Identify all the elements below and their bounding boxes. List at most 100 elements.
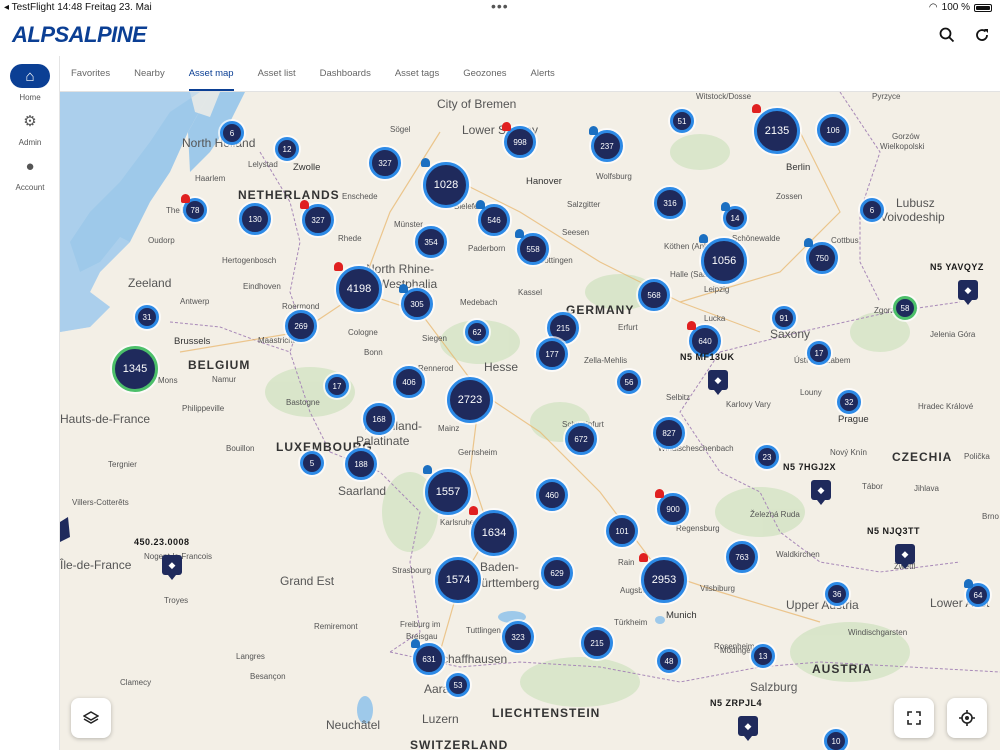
cluster-marker[interactable]: 6 <box>220 121 244 145</box>
place-label: Strasbourg <box>392 566 432 575</box>
place-label: Zella-Mehlis <box>584 356 628 365</box>
cluster-marker[interactable]: 177 <box>536 338 568 370</box>
cluster-marker[interactable]: 51 <box>670 109 694 133</box>
cluster-marker[interactable]: 2953 <box>641 557 687 603</box>
cluster-marker[interactable]: 6 <box>860 198 884 222</box>
cluster-marker[interactable]: 5 <box>300 451 324 475</box>
cluster-marker[interactable]: 269 <box>285 310 317 342</box>
tab-asset-list[interactable]: Asset list <box>258 56 296 91</box>
cluster-marker[interactable]: 10 <box>824 729 848 750</box>
place-label: Gernsheim <box>458 448 498 457</box>
place-label: Namur <box>212 375 237 384</box>
cluster-marker[interactable]: 1028 <box>423 162 469 208</box>
place-label: Cologne <box>348 328 378 337</box>
cluster-marker[interactable]: 1345 <box>112 346 158 392</box>
cluster-marker[interactable]: 672 <box>565 423 597 455</box>
asset-marker[interactable]: ◆ <box>738 716 758 741</box>
place-label: Nový Knín <box>830 448 867 457</box>
asset-marker[interactable]: ◆ <box>162 555 182 580</box>
cluster-marker[interactable]: 327 <box>369 147 401 179</box>
place-label: Cottbus <box>831 236 859 245</box>
cluster-marker[interactable]: 17 <box>325 374 349 398</box>
cluster-marker[interactable]: 406 <box>393 366 425 398</box>
layers-button[interactable] <box>71 698 111 738</box>
asset-marker[interactable]: ◆ <box>958 280 978 305</box>
refresh-icon[interactable] <box>971 26 993 48</box>
app-header: ALPSALPINE <box>0 16 1000 56</box>
cluster-marker[interactable]: 4198 <box>336 266 382 312</box>
place-label: Île-de-France <box>60 558 132 572</box>
cluster-marker[interactable]: 36 <box>825 582 849 606</box>
cluster-marker[interactable]: 53 <box>446 673 470 697</box>
alarm-bell-icon <box>655 489 664 498</box>
status-left: ◂ TestFlight 14:48 Freitag 23. Mai <box>4 2 152 13</box>
cluster-marker[interactable]: 23 <box>755 445 779 469</box>
cluster-marker[interactable]: 62 <box>465 320 489 344</box>
tab-favorites[interactable]: Favorites <box>71 56 110 91</box>
tab-dashboards[interactable]: Dashboards <box>320 56 371 91</box>
cluster-marker[interactable]: 17 <box>807 341 831 365</box>
cluster-marker[interactable]: 2723 <box>447 377 493 423</box>
tab-asset-tags[interactable]: Asset tags <box>395 56 439 91</box>
cluster-marker[interactable]: 1056 <box>701 238 747 284</box>
asset-label: N5 ZRPJL4 <box>710 698 763 708</box>
cluster-marker[interactable]: 323 <box>502 621 534 653</box>
cluster-marker[interactable]: 32 <box>837 390 861 414</box>
alarm-bell-icon <box>300 200 309 209</box>
status-bar: ◂ TestFlight 14:48 Freitag 23. Mai ••• ◠… <box>0 0 1000 16</box>
sidebar-item-home[interactable]: ⌂ Home <box>0 64 60 102</box>
locate-button[interactable] <box>947 698 987 738</box>
asset-marker[interactable]: ◆ <box>895 544 915 569</box>
cluster-marker[interactable]: 354 <box>415 226 447 258</box>
search-icon[interactable] <box>936 26 958 48</box>
sidebar-item-label: Admin <box>18 138 42 147</box>
cluster-marker[interactable]: 763 <box>726 541 758 573</box>
place-label: Freiburg im <box>400 620 441 629</box>
cluster-marker[interactable]: 188 <box>345 448 377 480</box>
place-label: Siegen <box>422 334 447 343</box>
fullscreen-button[interactable] <box>894 698 934 738</box>
cluster-marker[interactable]: 12 <box>275 137 299 161</box>
asset-map[interactable]: City of Bremen North Holland Sögel Lower Sa… <box>60 92 1000 750</box>
cluster-marker[interactable]: 106 <box>817 114 849 146</box>
cluster-marker[interactable]: 460 <box>536 479 568 511</box>
tab-alerts[interactable]: Alerts <box>531 56 555 91</box>
tab-geozones[interactable]: Geozones <box>463 56 506 91</box>
asset-marker[interactable]: ◆ <box>811 480 831 505</box>
tab-asset-map[interactable]: Asset map <box>188 56 234 91</box>
place-label: Louny <box>800 388 822 397</box>
place-label: Zeeland <box>128 276 172 290</box>
cluster-marker[interactable]: 568 <box>638 279 670 311</box>
cluster-marker[interactable]: 1557 <box>425 469 471 515</box>
multitask-dots[interactable]: ••• <box>491 0 509 13</box>
tab-nearby[interactable]: Nearby <box>134 56 165 91</box>
sidebar-item-account[interactable]: ● Account <box>0 154 60 193</box>
cluster-marker[interactable]: 2135 <box>754 108 800 154</box>
cluster-marker[interactable]: 56 <box>617 370 641 394</box>
place-label: Antwerp <box>180 297 210 306</box>
cluster-marker[interactable]: 316 <box>654 187 686 219</box>
asset-marker[interactable]: ◆ <box>708 370 728 395</box>
cluster-marker[interactable]: 13 <box>751 644 775 668</box>
cluster-marker[interactable]: 91 <box>772 306 796 330</box>
place-label: Enschede <box>342 192 378 201</box>
cluster-marker[interactable]: 48 <box>657 649 681 673</box>
place-label: Selbitz <box>666 393 691 402</box>
cluster-marker[interactable]: 629 <box>541 557 573 589</box>
cluster-marker[interactable]: 827 <box>653 417 685 449</box>
cluster-marker[interactable]: 58 <box>893 296 917 320</box>
cluster-marker[interactable]: 1634 <box>471 510 517 556</box>
cluster-marker[interactable]: 1574 <box>435 557 481 603</box>
cluster-marker[interactable]: 101 <box>606 515 638 547</box>
cluster-marker[interactable]: 168 <box>363 403 395 435</box>
info-bell-icon <box>423 465 432 474</box>
cluster-marker[interactable]: 130 <box>239 203 271 235</box>
cluster-marker[interactable]: 215 <box>581 627 613 659</box>
sidebar-item-label: Home <box>19 93 41 102</box>
cluster-marker[interactable]: 31 <box>135 305 159 329</box>
logo: ALPSALPINE <box>12 22 147 47</box>
place-label: Seesen <box>562 228 590 237</box>
sidebar-item-admin[interactable]: ⚙ Admin <box>0 109 60 147</box>
place-label: Brussels <box>174 336 211 347</box>
locate-icon <box>959 710 975 726</box>
